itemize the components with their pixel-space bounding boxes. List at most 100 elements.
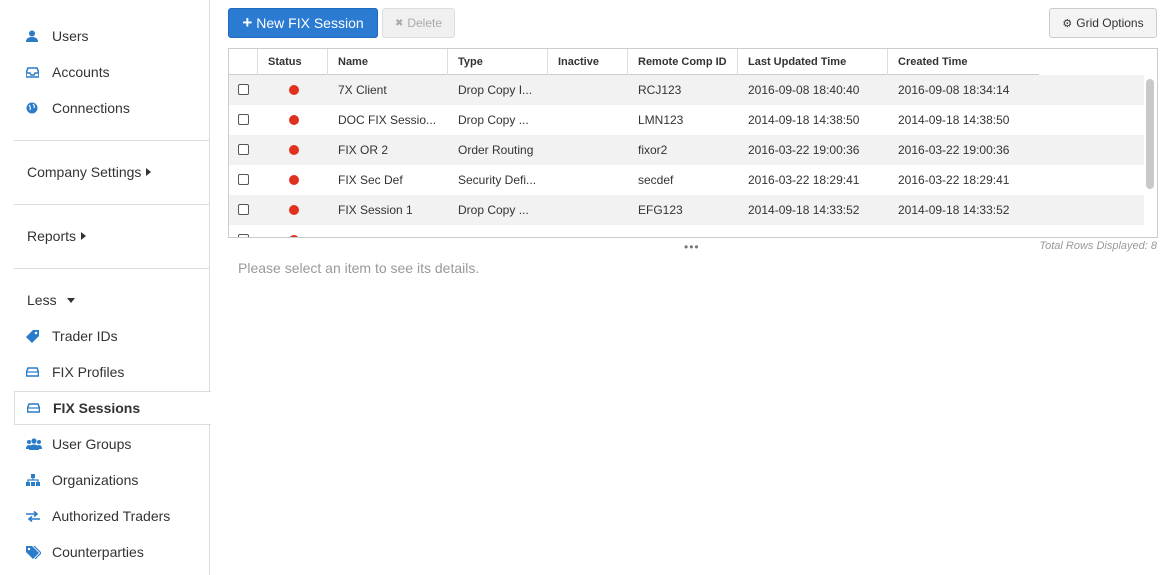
grid-options-label: Grid Options	[1076, 16, 1144, 30]
divider	[14, 204, 209, 205]
cell-name: 7X Client	[338, 83, 387, 97]
cell-name: FIX OR 2	[338, 143, 389, 157]
caret-down-icon	[66, 297, 75, 303]
company-settings-toggle[interactable]: Company Settings	[27, 164, 152, 180]
total-rows-displayed: Total Rows Displayed: 8	[1039, 240, 1157, 252]
cell-inactive	[548, 165, 628, 195]
sitemap-icon	[14, 474, 52, 486]
row-checkbox[interactable]	[238, 204, 249, 215]
column-header-remote-comp-id[interactable]: Remote Comp ID	[628, 49, 738, 75]
table-row-partial[interactable]	[229, 225, 1144, 237]
select-column-header[interactable]	[229, 49, 258, 75]
user-icon	[14, 30, 52, 42]
status-indicator	[289, 205, 299, 215]
sidebar-item-counterparties[interactable]: Counterparties	[14, 535, 210, 569]
reports-toggle[interactable]: Reports	[27, 228, 87, 244]
grid-header: Status Name Type Inactive Remote Comp ID…	[229, 49, 1039, 75]
cell-last-updated: 2016-09-08 18:40:40	[748, 83, 860, 97]
new-fix-session-button[interactable]: + New FIX Session	[228, 8, 378, 38]
sidebar-item-label: FIX Profiles	[52, 364, 125, 380]
cell-created: 2016-03-22 18:29:41	[898, 173, 1010, 187]
cell-type: Order Routing	[458, 143, 534, 157]
fix-sessions-grid: Status Name Type Inactive Remote Comp ID…	[228, 48, 1158, 238]
cell-last-updated: 2016-03-22 19:00:36	[748, 143, 860, 157]
sidebar-item-organizations[interactable]: Organizations	[14, 463, 210, 497]
status-indicator	[289, 85, 299, 95]
gear-icon: ⚙	[1062, 17, 1073, 30]
sidebar-item-user-groups[interactable]: User Groups	[14, 427, 210, 461]
sidebar-item-label: User Groups	[52, 436, 132, 452]
column-header-status[interactable]: Status	[258, 49, 328, 75]
table-row[interactable]: 7X Client Drop Copy I... RCJ123 2016-09-…	[229, 75, 1144, 105]
sidebar-item-label: Counterparties	[52, 544, 144, 560]
column-header-created-time[interactable]: Created Time	[888, 49, 1038, 75]
cell-last-updated: 2016-03-22 18:29:41	[748, 173, 860, 187]
tags-icon	[14, 545, 52, 559]
delete-button[interactable]: ✖ Delete	[382, 8, 455, 38]
divider	[14, 268, 209, 269]
cell-remote-comp-id: secdef	[638, 173, 674, 187]
sidebar-item-accounts[interactable]: Accounts	[14, 55, 210, 89]
cell-remote-comp-id: LMN123	[638, 113, 684, 127]
cell-created: 2016-09-08 18:34:14	[898, 83, 1010, 97]
sidebar: Users Accounts Connections Company Setti…	[0, 0, 211, 575]
cell-type: Drop Copy ...	[458, 203, 529, 217]
cell-created: 2016-03-22 19:00:36	[898, 143, 1010, 157]
table-row[interactable]: FIX Session 1 Drop Copy ... EFG123 2014-…	[229, 195, 1144, 225]
grid-vertical-scrollbar[interactable]	[1146, 79, 1154, 189]
sidebar-item-label: Trader IDs	[52, 328, 118, 344]
table-row[interactable]: FIX OR 2 Order Routing fixor2 2016-03-22…	[229, 135, 1144, 165]
grid-options-button[interactable]: ⚙ Grid Options	[1049, 8, 1157, 38]
cell-name: FIX Sec Def	[338, 173, 403, 187]
resize-handle-icon[interactable]: •••	[684, 240, 700, 254]
hdd-icon	[14, 367, 52, 377]
cell-inactive	[548, 105, 628, 135]
row-checkbox[interactable]	[238, 114, 249, 125]
sidebar-item-authorized-traders[interactable]: Authorized Traders	[14, 499, 210, 533]
column-header-type[interactable]: Type	[448, 49, 548, 75]
row-checkbox[interactable]	[238, 174, 249, 185]
sidebar-item-fix-sessions[interactable]: FIX Sessions	[14, 391, 211, 425]
company-settings-label: Company Settings	[27, 164, 142, 180]
table-row[interactable]: FIX Sec Def Security Defi... secdef 2016…	[229, 165, 1144, 195]
cell-type: Drop Copy I...	[458, 83, 533, 97]
status-indicator	[289, 175, 299, 185]
close-icon: ✖	[394, 17, 404, 29]
new-fix-session-label: New FIX Session	[256, 15, 364, 31]
sidebar-item-connections[interactable]: Connections	[14, 91, 210, 125]
cell-name: DOC FIX Sessio...	[338, 113, 437, 127]
row-checkbox[interactable]	[238, 234, 249, 237]
delete-label: Delete	[407, 16, 443, 30]
exchange-icon	[14, 510, 52, 522]
sidebar-item-trader-ids[interactable]: Trader IDs	[14, 319, 210, 353]
status-indicator	[289, 145, 299, 155]
table-row[interactable]: DOC FIX Sessio... Drop Copy ... LMN123 2…	[229, 105, 1144, 135]
cell-last-updated: 2014-09-18 14:33:52	[748, 203, 860, 217]
tag-icon	[14, 329, 52, 343]
cell-name: FIX Session 1	[338, 203, 413, 217]
cell-type: Security Defi...	[458, 173, 537, 187]
users-icon	[14, 438, 52, 450]
cell-type: Drop Copy ...	[458, 113, 529, 127]
hdd-icon	[15, 403, 53, 413]
cell-last-updated: 2014-09-18 14:38:50	[748, 113, 860, 127]
status-indicator	[289, 235, 299, 237]
less-toggle[interactable]: Less	[27, 292, 75, 308]
caret-right-icon	[146, 168, 152, 176]
cell-created: 2014-09-18 14:33:52	[898, 203, 1010, 217]
column-header-last-updated-time[interactable]: Last Updated Time	[738, 49, 888, 75]
row-checkbox[interactable]	[238, 144, 249, 155]
reports-label: Reports	[27, 228, 77, 244]
column-header-name[interactable]: Name	[328, 49, 448, 75]
cell-remote-comp-id: fixor2	[638, 143, 668, 157]
details-placeholder: Please select an item to see its details…	[238, 260, 480, 276]
inbox-icon	[14, 66, 52, 78]
sidebar-item-users[interactable]: Users	[14, 19, 210, 53]
sidebar-item-label: FIX Sessions	[53, 400, 141, 416]
sidebar-item-fix-profiles[interactable]: FIX Profiles	[14, 355, 210, 389]
column-header-inactive[interactable]: Inactive	[548, 49, 628, 75]
caret-right-icon	[81, 232, 87, 240]
sidebar-item-label: Authorized Traders	[52, 508, 171, 524]
row-checkbox[interactable]	[238, 84, 249, 95]
cell-remote-comp-id: EFG123	[638, 203, 683, 217]
